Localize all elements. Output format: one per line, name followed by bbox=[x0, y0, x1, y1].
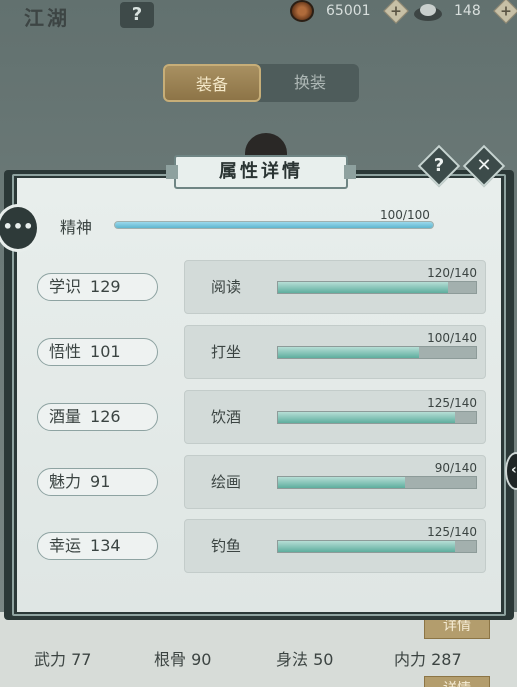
skill-value: 100/140 bbox=[427, 331, 477, 345]
add-ingots-button[interactable]: + bbox=[493, 0, 517, 24]
skill-progress-bar bbox=[277, 346, 477, 359]
skill-progress-fill bbox=[278, 412, 455, 423]
skill-progress-bar bbox=[277, 411, 477, 424]
skill-name: 钓鱼 bbox=[211, 537, 242, 555]
stat-wuli: 武力 77 bbox=[34, 650, 92, 669]
plus-icon: + bbox=[390, 3, 402, 20]
attr-name: 学识 bbox=[49, 277, 82, 296]
dialog-title-plate: 属性详情 bbox=[166, 155, 356, 189]
skill-progress-fill bbox=[278, 282, 448, 293]
skill-name: 饮酒 bbox=[211, 408, 242, 426]
top-bar: 江湖 ? 65001 + 148 + bbox=[0, 0, 517, 30]
skill-row-painting: 绘画 90/140 bbox=[184, 455, 486, 509]
silver-ingot-icon bbox=[414, 4, 442, 21]
equip-tab-bar: 装备 换装 bbox=[163, 64, 359, 102]
skill-name: 阅读 bbox=[211, 278, 242, 296]
attr-value: 126 bbox=[90, 407, 121, 426]
ingot-count: 148 bbox=[454, 3, 481, 19]
plus-icon: + bbox=[500, 3, 512, 20]
add-coins-button[interactable]: + bbox=[383, 0, 409, 24]
skill-progress-fill bbox=[278, 477, 406, 488]
tab-outfit[interactable]: 换装 bbox=[261, 64, 359, 102]
skill-progress-bar bbox=[277, 476, 477, 489]
skill-row-fishing: 钓鱼 125/140 bbox=[184, 519, 486, 573]
skill-value: 125/140 bbox=[427, 525, 477, 539]
attr-name: 幸运 bbox=[49, 536, 82, 555]
attr-value: 134 bbox=[90, 536, 121, 555]
location-title: 江湖 bbox=[24, 6, 70, 30]
attr-name: 酒量 bbox=[49, 407, 82, 426]
skill-row-meditation: 打坐 100/140 bbox=[184, 325, 486, 379]
spirit-label: 精神 bbox=[60, 218, 93, 237]
close-icon: ✕ bbox=[476, 155, 492, 176]
spirit-value: 100/100 bbox=[380, 208, 430, 222]
attr-value: 101 bbox=[90, 342, 121, 361]
skill-value: 125/140 bbox=[427, 396, 477, 410]
question-icon: ? bbox=[433, 155, 445, 176]
dialog-title: 属性详情 bbox=[219, 161, 303, 182]
skill-progress-bar bbox=[277, 540, 477, 553]
copper-coin-icon bbox=[290, 0, 314, 22]
attr-pill-meili: 魅力 91 bbox=[37, 468, 158, 496]
attr-value: 129 bbox=[90, 277, 121, 296]
skill-name: 打坐 bbox=[211, 343, 242, 361]
attr-name: 魅力 bbox=[49, 472, 82, 491]
skill-row-drinking: 饮酒 125/140 bbox=[184, 390, 486, 444]
skill-name: 绘画 bbox=[211, 473, 242, 491]
skill-value: 120/140 bbox=[427, 266, 477, 280]
chat-bubble-icon[interactable]: ••• bbox=[0, 204, 40, 252]
coin-count: 65001 bbox=[326, 3, 371, 19]
attr-value: 91 bbox=[90, 472, 111, 491]
skill-progress-bar bbox=[277, 281, 477, 294]
attr-name: 悟性 bbox=[49, 342, 82, 361]
detail-button-2[interactable]: 详情 bbox=[424, 676, 490, 687]
attr-pill-xingyun: 幸运 134 bbox=[37, 532, 158, 560]
skill-progress-fill bbox=[278, 541, 455, 552]
stat-gengu: 根骨 90 bbox=[154, 650, 212, 669]
stat-neili: 内力 287 bbox=[394, 650, 462, 669]
skill-row-reading: 阅读 120/140 bbox=[184, 260, 486, 314]
attr-pill-wuxing: 悟性 101 bbox=[37, 338, 158, 366]
stat-shenfa: 身法 50 bbox=[276, 650, 334, 669]
help-icon[interactable]: ? bbox=[120, 2, 154, 28]
chevron-left-icon: ‹ bbox=[511, 462, 517, 478]
spirit-bar-fill bbox=[115, 222, 433, 228]
skill-progress-fill bbox=[278, 347, 420, 358]
spirit-bar bbox=[114, 221, 434, 229]
tab-equipment[interactable]: 装备 bbox=[163, 64, 261, 102]
skill-value: 90/140 bbox=[434, 461, 477, 475]
attr-pill-jiuliang: 酒量 126 bbox=[37, 403, 158, 431]
attr-pill-xueshi: 学识 129 bbox=[37, 273, 158, 301]
